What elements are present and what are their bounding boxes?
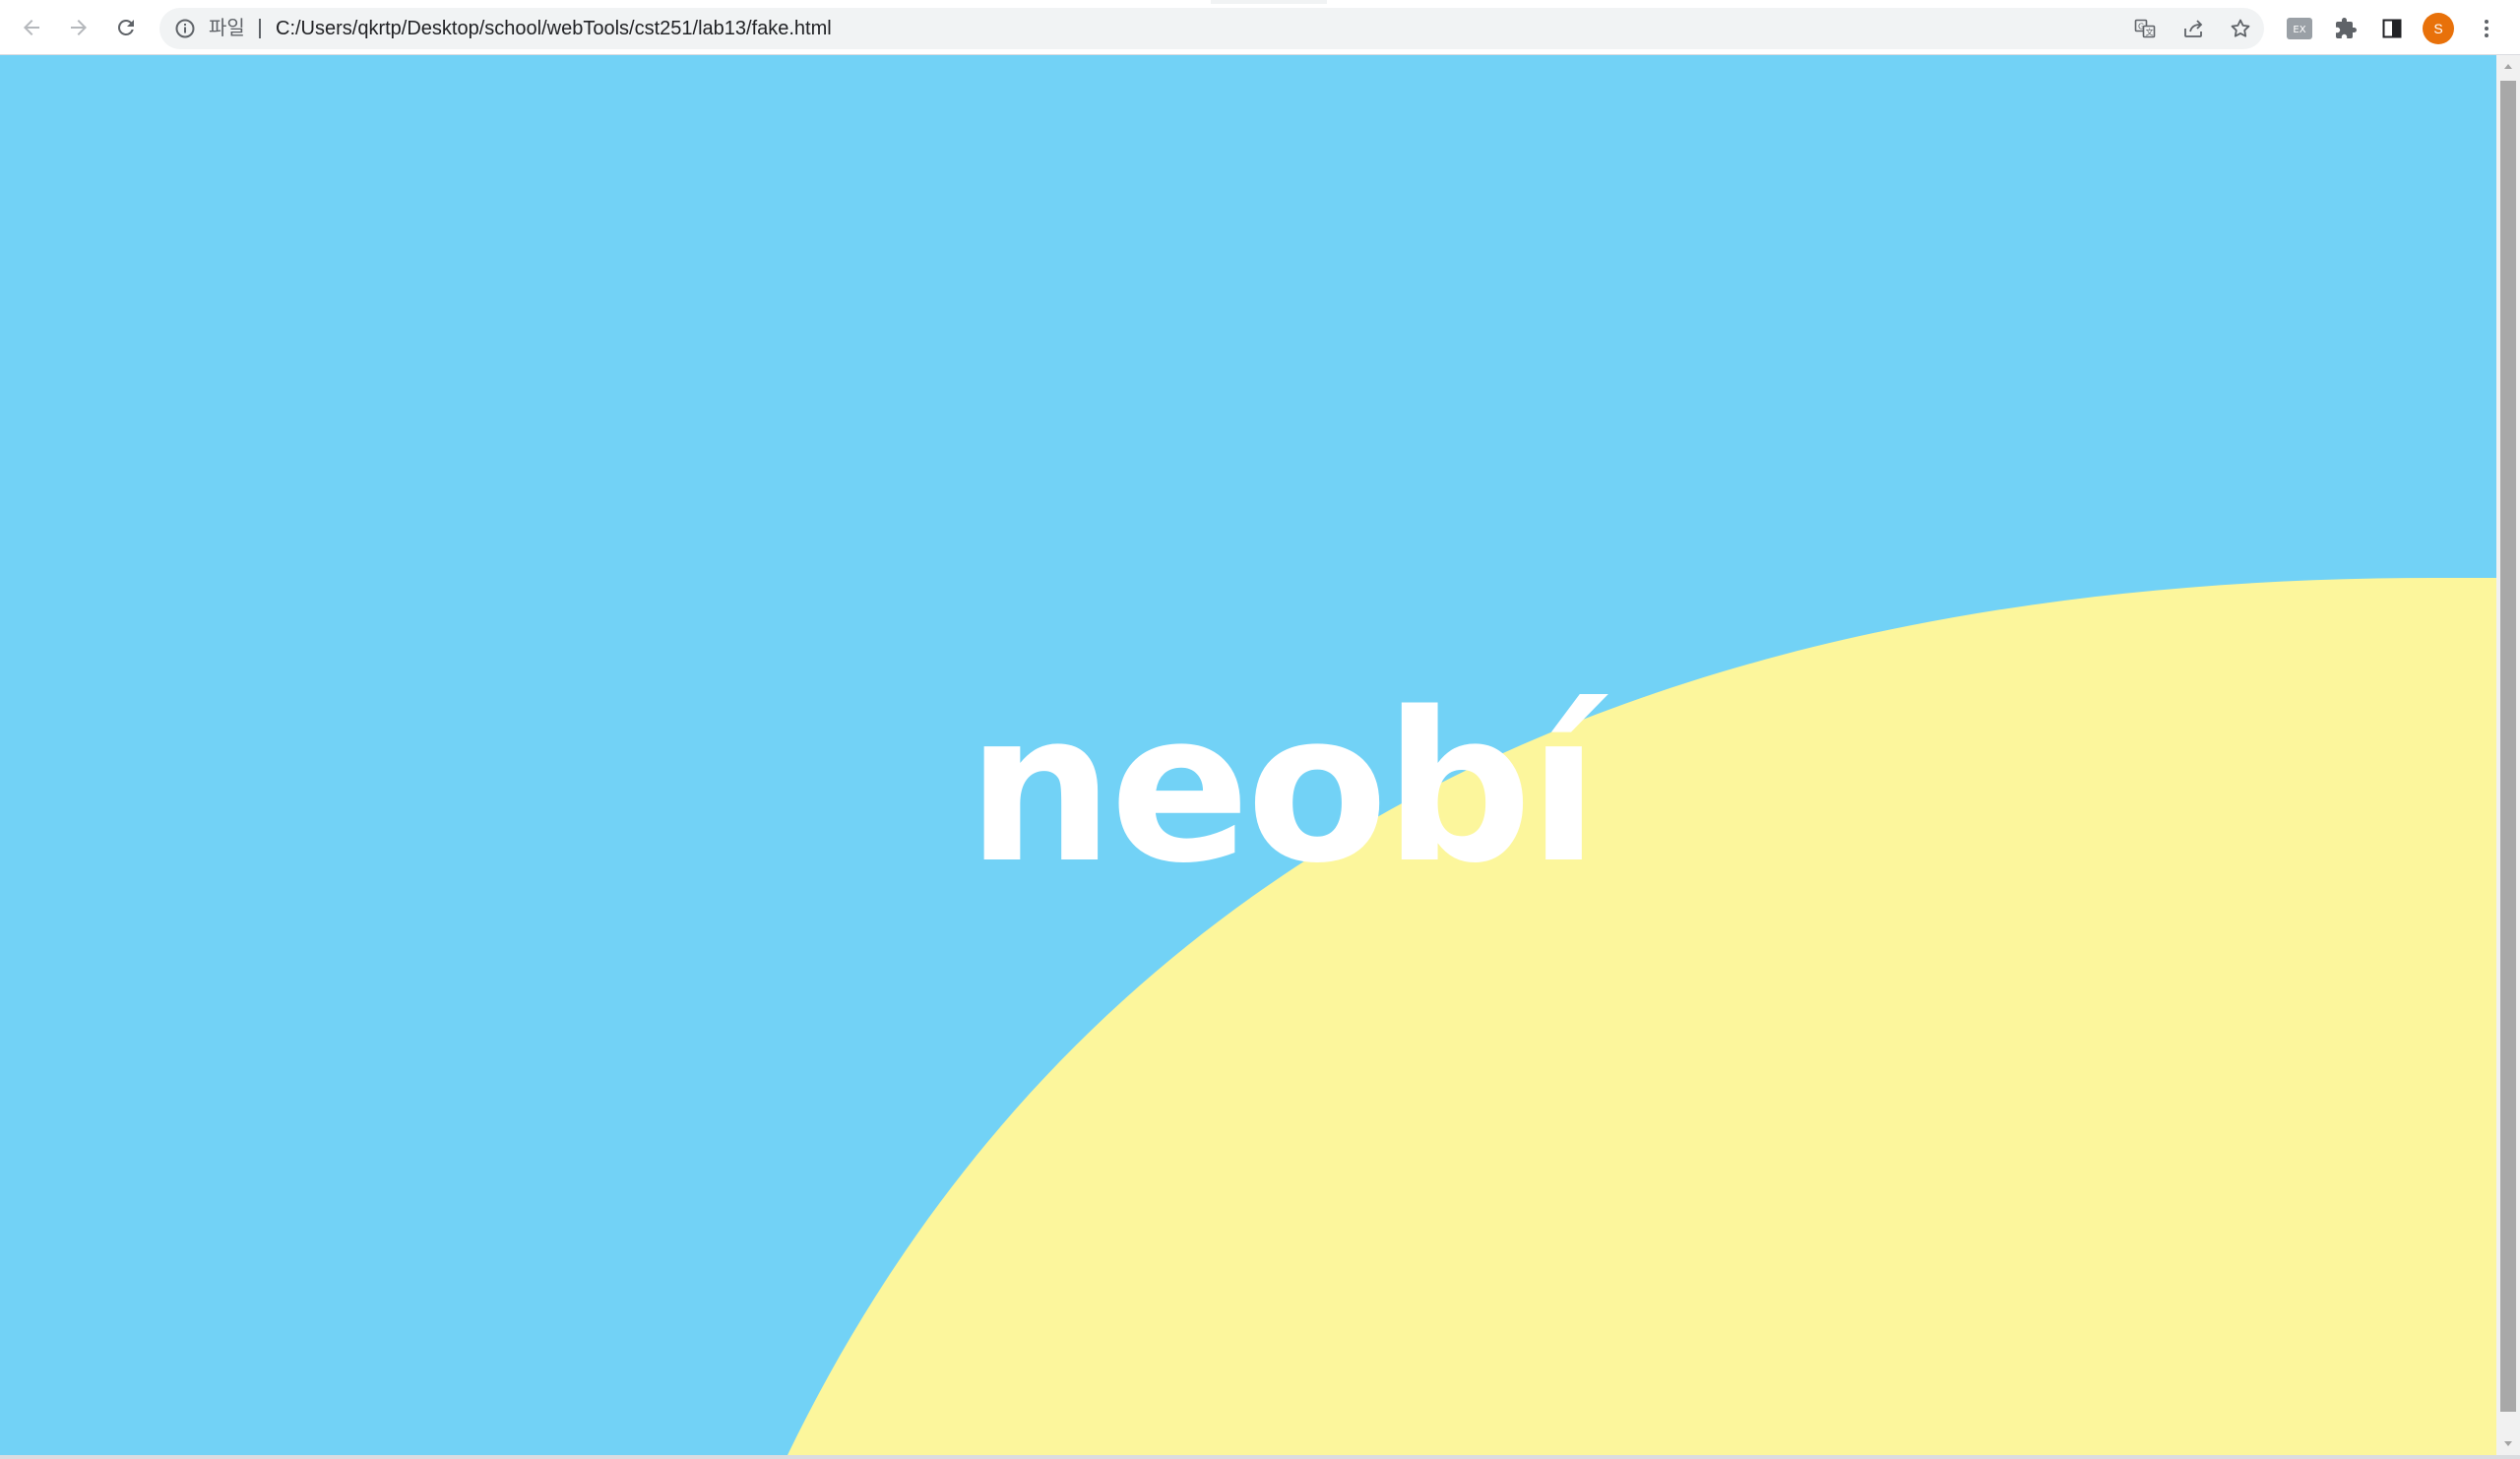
- side-panel-icon: [2382, 19, 2402, 38]
- brand-logo: neobí: [967, 667, 1600, 909]
- more-vert-icon: [2485, 20, 2488, 37]
- url-text[interactable]: C:/Users/qkrtp/Desktop/school/webTools/c…: [276, 8, 832, 49]
- arrow-right-icon: [71, 20, 87, 35]
- scroll-up-arrow-icon[interactable]: [2496, 55, 2520, 79]
- translate-icon[interactable]: G 文: [2133, 17, 2157, 40]
- page-viewport: neobí: [0, 55, 2496, 1455]
- omnibox-separator: [259, 19, 261, 38]
- address-bar[interactable]: 파일 C:/Users/qkrtp/Desktop/school/webTool…: [159, 8, 2264, 49]
- puzzle-icon: [2336, 18, 2357, 38]
- reload-icon: [117, 19, 134, 35]
- share-icon[interactable]: [2181, 17, 2205, 40]
- reload-button[interactable]: [106, 8, 146, 47]
- extension-badge-icon: EX: [2287, 18, 2312, 39]
- browser-window: 파일 C:/Users/qkrtp/Desktop/school/webTool…: [0, 0, 2520, 1459]
- browser-menu-button[interactable]: [2471, 13, 2502, 44]
- svg-text:文: 文: [2146, 28, 2154, 37]
- scrollbar-thumb[interactable]: [2500, 81, 2516, 1412]
- bookmark-star-icon[interactable]: [2229, 17, 2252, 40]
- arrow-left-icon: [24, 20, 39, 35]
- extension-button[interactable]: EX: [2284, 13, 2315, 44]
- scheme-label: 파일: [209, 18, 245, 39]
- forward-button[interactable]: [59, 8, 98, 47]
- scroll-down-arrow-icon[interactable]: [2496, 1431, 2520, 1455]
- vertical-scrollbar[interactable]: [2496, 55, 2520, 1455]
- window-bottom-border: [0, 1455, 2520, 1459]
- active-tab-indicator: [1211, 0, 1327, 4]
- browser-toolbar: 파일 C:/Users/qkrtp/Desktop/school/webTool…: [0, 0, 2520, 55]
- side-panel-button[interactable]: [2376, 13, 2408, 44]
- profile-avatar[interactable]: S: [2423, 13, 2454, 44]
- extensions-menu-button[interactable]: [2330, 13, 2362, 44]
- info-icon[interactable]: [173, 17, 197, 40]
- extension-badge-text: EX: [2293, 25, 2305, 35]
- back-button[interactable]: [12, 8, 51, 47]
